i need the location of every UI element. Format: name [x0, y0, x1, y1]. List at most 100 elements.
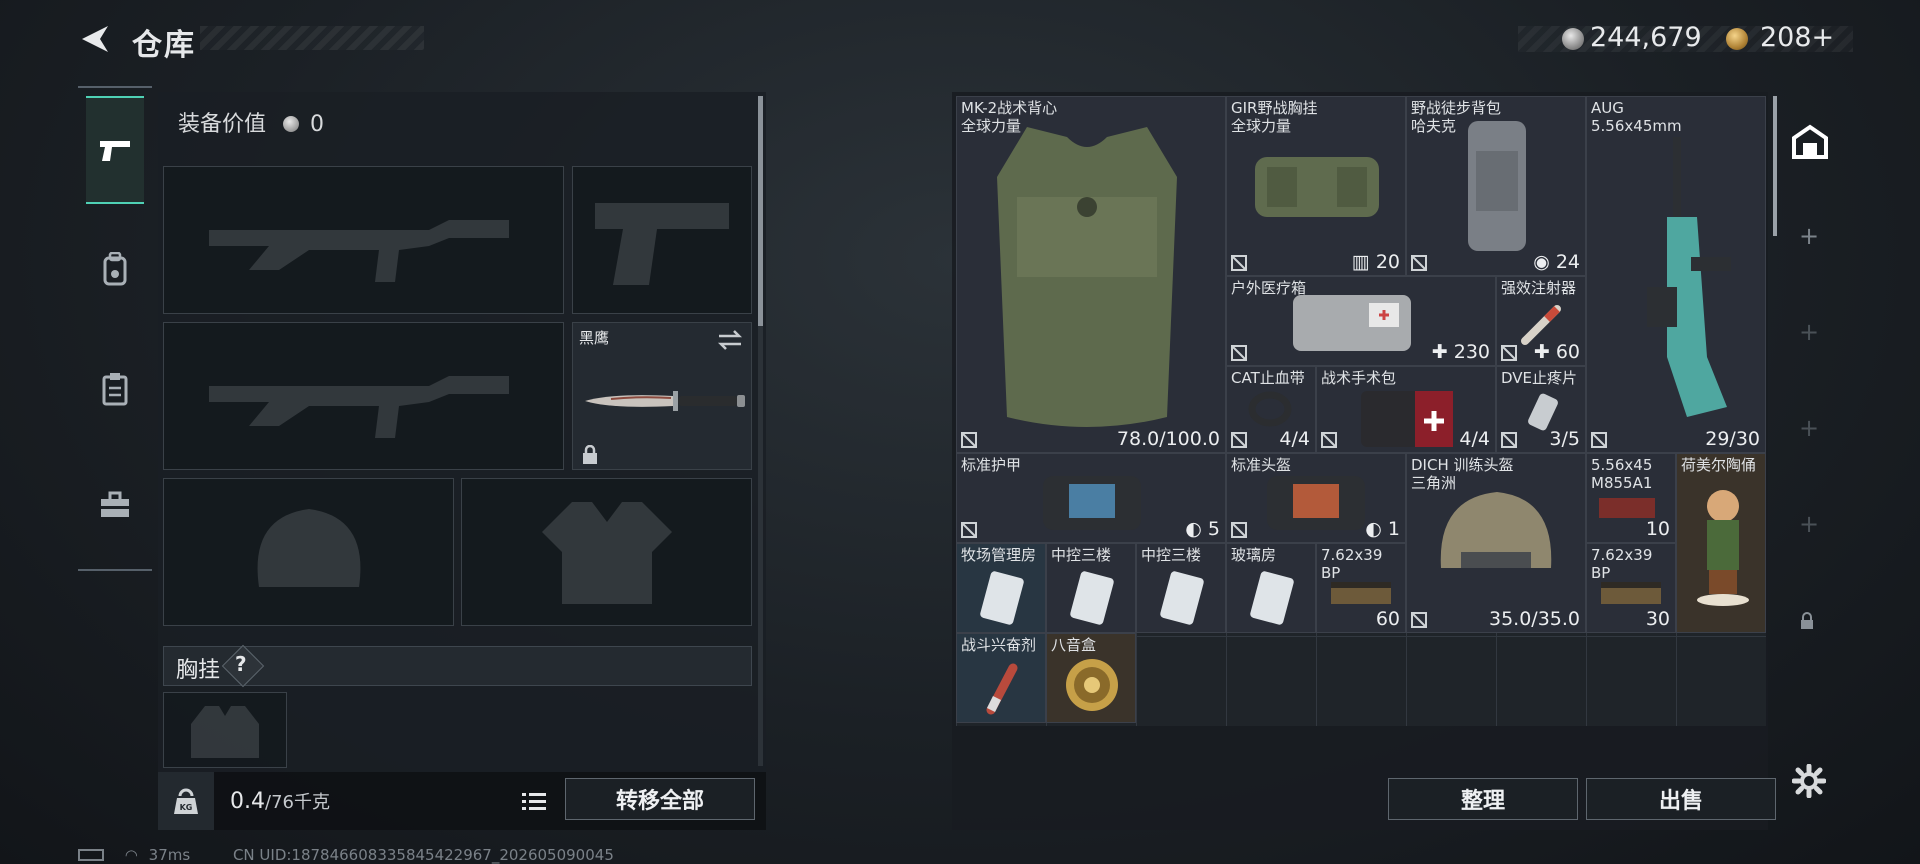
item-count: 10: [1645, 518, 1670, 540]
tourniquet-image: [1248, 391, 1292, 427]
stash-item-gir-rig[interactable]: GIR野战胸挂 全球力量 ▥ 20: [1226, 96, 1406, 276]
item-ammo: 29/30: [1705, 428, 1760, 450]
list-icon: [522, 793, 546, 810]
chest-rig-image: [1255, 157, 1379, 217]
tab-chest-rig[interactable]: [86, 360, 144, 418]
transfer-all-button[interactable]: 转移全部: [565, 778, 755, 820]
item-capacity: ◉ 24: [1533, 251, 1580, 273]
pistol-icon: [100, 141, 130, 161]
equipment-value: 装备价值 0: [178, 106, 324, 138]
weight-readout: 0.4/76千克: [230, 788, 330, 814]
silver-coin-icon: [283, 116, 300, 132]
loadout-scrollbar[interactable]: [758, 96, 763, 766]
aug-rifle-image: [1647, 137, 1731, 417]
no-insure-icon: [1231, 522, 1247, 538]
stash-item-key-control-1[interactable]: 中控三楼: [1046, 543, 1136, 633]
stash-item-key-ranch[interactable]: 牧场管理房: [956, 543, 1046, 633]
tab-backpack[interactable]: [86, 240, 144, 298]
stash-item-music-box[interactable]: 八音盒: [1046, 633, 1136, 723]
stash-item-aug[interactable]: AUG 5.56x45mm 29/30: [1586, 96, 1766, 453]
stash-item-hummel-figurine[interactable]: 荷美尔陶俑: [1676, 453, 1766, 633]
stash-item-762-bp-1[interactable]: 7.62x39 BP 60: [1316, 543, 1406, 633]
item-level: ◐ 5: [1185, 518, 1220, 540]
stash-item-key-control-2[interactable]: 中控三楼: [1136, 543, 1226, 633]
keycard-image: [980, 571, 1024, 625]
stash-item-hiker-backpack[interactable]: 野战徒步背包 哈夫克 ◉ 24: [1406, 96, 1586, 276]
stash-scrollbar[interactable]: [1773, 96, 1777, 236]
stash-item-key-glass-room[interactable]: 玻璃房: [1226, 543, 1316, 633]
item-capacity: ▥ 20: [1351, 251, 1400, 273]
stash-page-tab-active[interactable]: [1790, 122, 1830, 162]
sort-button[interactable]: 整理: [1388, 778, 1578, 820]
stash-item-dve-painkiller[interactable]: DVE止疼片 3/5: [1496, 366, 1586, 453]
item-uses: ✚ 60: [1533, 341, 1580, 363]
chest-rig-slot[interactable]: [163, 692, 287, 768]
equipment-value-amount: 0: [310, 112, 325, 137]
item-uses: 3/5: [1549, 428, 1580, 450]
stash-item-injector[interactable]: 强效注射器 ✚ 60: [1496, 276, 1586, 366]
chest-rig-label: 胸挂: [176, 658, 221, 683]
combat-knife-image: [585, 391, 745, 411]
battery-icon: [78, 849, 104, 861]
tab-toolbox[interactable]: [86, 476, 144, 534]
helmet-case-image: [1267, 476, 1365, 530]
stash-item-standard-helmet[interactable]: 标准头盔 ◐ 1: [1226, 453, 1406, 543]
toolbox-icon: [101, 491, 129, 517]
add-stash-page-icon[interactable]: +: [1799, 414, 1819, 442]
sell-button[interactable]: 出售: [1586, 778, 1776, 820]
stash-item-762-bp-2[interactable]: 7.62x39 BP 30: [1586, 543, 1676, 633]
swap-icon[interactable]: [717, 329, 743, 351]
helmet-image: [1440, 492, 1552, 568]
stim-image: [986, 663, 1018, 715]
rifle-silhouette-icon: [164, 167, 563, 313]
helmet-silhouette-icon: [164, 479, 453, 625]
title-decor: [200, 26, 424, 50]
item-count: 60: [1375, 608, 1400, 630]
back-arrow-icon[interactable]: [78, 22, 112, 56]
stash-item-medkit[interactable]: 户外医疗箱 ✚ 230: [1226, 276, 1496, 366]
primary-weapon-slot[interactable]: [163, 166, 564, 314]
stash-item-combat-stim[interactable]: 战斗兴奋剂: [956, 633, 1046, 723]
helmet-slot[interactable]: [163, 478, 454, 626]
ping-value: 37ms: [148, 846, 191, 864]
equipment-value-label: 装备价值: [178, 112, 267, 137]
kettlebell-icon: KG: [174, 788, 198, 814]
stash-item-mk2-vest[interactable]: MK-2战术背心 全球力量 78.0/100.0: [956, 96, 1226, 453]
stash-item-dich-helmet[interactable]: DICH 训练头盔 三角洲 35.0/35.0: [1406, 453, 1586, 633]
tactical-vest-image: [997, 127, 1177, 427]
music-box-image: [1066, 659, 1118, 711]
melee-name: 黑鹰: [579, 329, 610, 347]
no-insure-icon: [1501, 345, 1517, 361]
tab-weapons[interactable]: [86, 96, 144, 204]
list-view-button[interactable]: [516, 786, 552, 816]
body-armor-slot[interactable]: [461, 478, 752, 626]
add-stash-page-icon[interactable]: +: [1799, 510, 1819, 538]
pistol-silhouette-icon: [573, 167, 751, 313]
no-insure-icon: [1231, 345, 1247, 361]
silver-coin-icon: [1562, 28, 1584, 50]
add-stash-page-icon[interactable]: +: [1799, 222, 1819, 250]
no-insure-icon: [1321, 432, 1337, 448]
secondary-weapon-slot[interactable]: [163, 322, 564, 470]
backpack-icon: [103, 252, 127, 286]
silver-coin-amount: 244,679: [1590, 22, 1702, 53]
settings-gear-icon[interactable]: [1792, 764, 1826, 798]
stash-item-standard-armor[interactable]: 标准护甲 ◐ 5: [956, 453, 1226, 543]
ammo-box-image: [1331, 582, 1391, 604]
status-line: ◠ 37ms CN UID:187846608335845422967_2026…: [78, 846, 614, 864]
gold-coin-icon: [1726, 28, 1748, 50]
no-insure-icon: [1591, 432, 1607, 448]
gold-coin-amount[interactable]: 208+: [1760, 22, 1834, 53]
svg-text:KG: KG: [180, 803, 193, 812]
no-insure-icon: [1231, 255, 1247, 271]
stash-item-cat-tourniquet[interactable]: CAT止血带 4/4: [1226, 366, 1316, 453]
rifle-silhouette-icon: [164, 323, 563, 469]
stash-item-surgical-kit[interactable]: 战术手术包 4/4: [1316, 366, 1496, 453]
pistol-slot[interactable]: [572, 166, 752, 314]
add-stash-page-icon[interactable]: +: [1799, 318, 1819, 346]
keycard-image: [1250, 571, 1294, 625]
melee-slot[interactable]: 黑鹰: [572, 322, 752, 470]
page-title: 仓库: [132, 28, 196, 63]
stash-item-556-ammo[interactable]: 5.56x45 M855A1 10: [1586, 453, 1676, 543]
no-insure-icon: [1411, 255, 1427, 271]
